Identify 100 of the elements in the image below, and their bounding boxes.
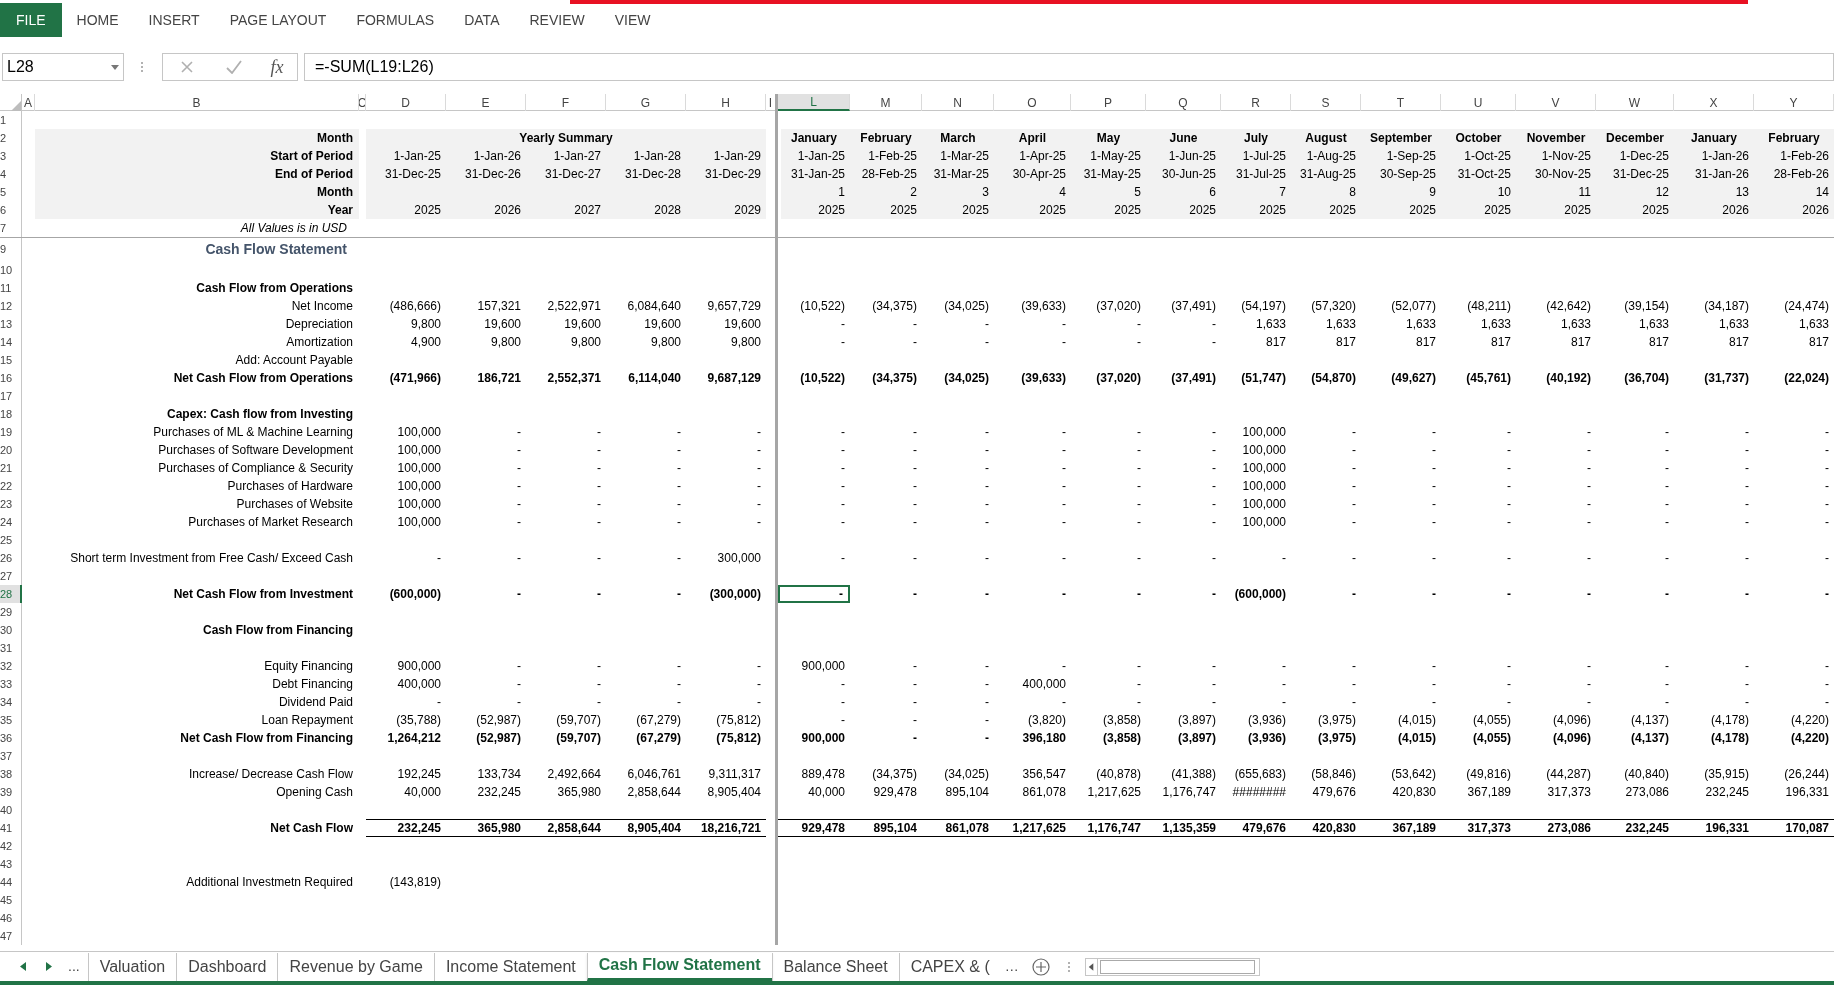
sheet-tab[interactable]: CAPEX & ( [898,952,1001,981]
column-header[interactable]: C [359,94,366,111]
row-header[interactable]: 23 [0,495,22,513]
formula-input[interactable]: =-SUM(L19:L26) [304,53,1834,81]
column-header[interactable]: A [22,94,35,111]
table-cell-text: 2026 [493,202,522,219]
column-header[interactable]: G [606,94,686,111]
row-header[interactable]: 16 [0,369,22,387]
row-header[interactable]: 35 [0,711,22,729]
row-header[interactable]: 20 [0,441,22,459]
row-header[interactable]: 14 [0,333,22,351]
row-header[interactable]: 10 [0,261,22,279]
column-header[interactable]: T [1361,94,1441,111]
insert-function-button[interactable]: fx [270,53,284,81]
ribbon-tab[interactable]: HOME [61,3,134,37]
row-header[interactable]: 13 [0,315,22,333]
row-header[interactable]: 34 [0,693,22,711]
row-header[interactable]: 5 [0,183,22,201]
column-header[interactable]: B [35,94,359,111]
column-header[interactable]: U [1441,94,1516,111]
row-header[interactable]: 46 [0,909,22,927]
column-header[interactable]: Q [1146,94,1221,111]
column-header[interactable]: R [1221,94,1291,111]
row-header[interactable]: 31 [0,639,22,657]
row-header[interactable]: 42 [0,837,22,855]
new-sheet-button[interactable] [1030,956,1051,977]
row-header[interactable]: 28 [0,585,22,603]
sheet-tab[interactable]: Balance Sheet [771,952,899,981]
column-header[interactable]: P [1071,94,1146,111]
row-header[interactable]: 7 [0,219,22,237]
row-header[interactable]: 18 [0,405,22,423]
row-header[interactable]: 19 [0,423,22,441]
table-cell[interactable]: - [778,585,850,603]
row-header[interactable]: 1 [0,111,22,129]
column-header[interactable]: M [850,94,922,111]
sheet-tab[interactable]: Valuation [87,952,177,981]
table-cell-text: - [676,442,682,459]
column-header[interactable]: L [778,94,850,111]
row-header[interactable]: 45 [0,891,22,909]
row-header[interactable]: 30 [0,621,22,639]
column-header[interactable]: D [366,94,446,111]
table-cell-text: - [1351,586,1357,603]
ribbon-tab[interactable]: VIEW [599,3,666,37]
row-header[interactable]: 17 [0,387,22,405]
table-cell-text: (44,287) [1545,766,1592,783]
column-header[interactable]: H [686,94,766,111]
row-header[interactable]: 41 [0,819,22,837]
column-header[interactable]: F [526,94,606,111]
table-cell-text: 2,858,644 [626,784,682,801]
row-header[interactable]: 26 [0,549,22,567]
row-header[interactable]: 33 [0,675,22,693]
row-header[interactable]: 37 [0,747,22,765]
row-header[interactable]: 21 [0,459,22,477]
row-header[interactable]: 32 [0,657,22,675]
row-header[interactable]: 4 [0,165,22,183]
sheet-tab[interactable]: Income Statement [433,952,587,981]
horizontal-scrollbar[interactable] [1084,957,1260,976]
row-header[interactable]: 36 [0,729,22,747]
sheet-tab[interactable]: Revenue by Game [277,952,434,981]
column-header[interactable]: S [1291,94,1361,111]
row-header[interactable]: 25 [0,531,22,549]
row-header[interactable]: 15 [0,351,22,369]
table-cell-text: 12 [1654,184,1670,201]
row-header[interactable]: 29 [0,603,22,621]
scrollbar-thumb[interactable] [1099,959,1255,974]
ribbon-tab[interactable]: FORMULAS [341,3,450,37]
row-header[interactable]: 47 [0,927,22,945]
table-cell-text: - [1061,586,1067,603]
sheet-tab[interactable]: Cash Flow Statement [586,952,772,981]
column-header[interactable]: V [1516,94,1596,111]
table-cell-text: 28-Feb-25 [860,166,918,183]
column-header[interactable]: X [1674,94,1754,111]
ribbon-tab[interactable]: DATA [449,3,515,37]
row-header[interactable]: 40 [0,801,22,819]
more-sheets-button[interactable]: ... [68,956,80,977]
row-header[interactable]: 11 [0,279,22,297]
row-header[interactable]: 39 [0,783,22,801]
row-header[interactable]: 12 [0,297,22,315]
column-header[interactable]: O [994,94,1071,111]
row-header[interactable]: 6 [0,201,22,219]
row-header[interactable]: 44 [0,873,22,891]
column-header[interactable]: W [1596,94,1674,111]
row-header[interactable]: 43 [0,855,22,873]
table-cell-text: - [1351,694,1357,711]
row-header[interactable]: 9 [0,238,22,261]
column-header[interactable]: N [922,94,994,111]
sheet-tab[interactable]: Dashboard [176,952,278,981]
row-header[interactable]: 2 [0,129,22,147]
column-header[interactable]: E [446,94,526,111]
name-box[interactable]: L28 [2,53,124,81]
row-header[interactable]: 22 [0,477,22,495]
column-header[interactable]: Y [1754,94,1834,111]
row-header[interactable]: 3 [0,147,22,165]
more-sheets-button[interactable]: … [1004,956,1019,977]
ribbon-tab[interactable]: PAGE LAYOUT [214,3,342,37]
ribbon-tab[interactable]: REVIEW [514,3,600,37]
row-header[interactable]: 24 [0,513,22,531]
table-cell-text: (41,388) [1170,766,1217,783]
row-header[interactable]: 38 [0,765,22,783]
ribbon-tab[interactable]: INSERT [133,3,215,37]
